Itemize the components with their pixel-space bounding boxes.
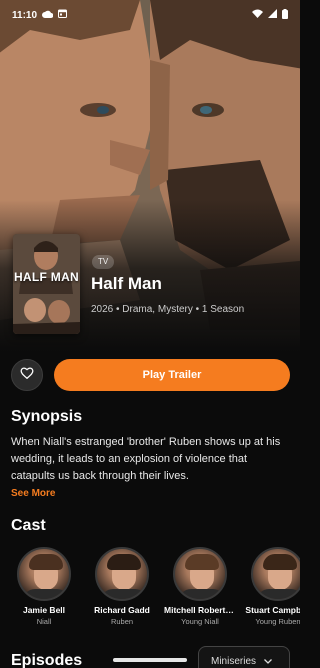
show-detail-screen: 11:10 HALF MAN TV Half Man 2026 • Drama,…: [0, 0, 300, 668]
show-poster: HALF MAN: [13, 234, 80, 334]
home-indicator[interactable]: [113, 658, 187, 662]
cast-role: Young Niall: [181, 617, 219, 626]
status-bar-right: [252, 8, 288, 22]
cast-avatar: [251, 547, 300, 601]
cast-role: Ruben: [110, 617, 134, 626]
season-select-value: Miniseries: [211, 655, 257, 667]
play-trailer-button[interactable]: Play Trailer: [54, 359, 290, 391]
synopsis-text: When Niall's estranged 'brother' Ruben s…: [11, 436, 281, 482]
cloud-icon: [42, 10, 54, 21]
show-meta: 2026 • Drama, Mystery • 1 Season: [91, 304, 245, 315]
cast-member[interactable]: Mitchell Robertson Young Niall: [164, 547, 236, 626]
cast-list[interactable]: Jamie Bell Niall Richard Gadd Ruben Mitc…: [0, 547, 300, 629]
cast-avatar: [95, 547, 149, 601]
poster-title: HALF MAN: [13, 270, 80, 284]
show-title: Half Man: [91, 274, 162, 293]
cast-name: Jamie Bell: [22, 605, 66, 615]
episodes-heading: Episodes: [11, 652, 83, 668]
cast-member[interactable]: Jamie Bell Niall: [8, 547, 80, 626]
cast-role: Young Ruben: [255, 617, 300, 626]
synopsis-heading: Synopsis: [11, 408, 83, 425]
wifi-icon: [252, 9, 263, 21]
status-bar: 11:10: [0, 0, 300, 30]
heart-icon: [20, 366, 34, 384]
battery-icon: [282, 8, 288, 22]
cast-member[interactable]: Stuart Campbell Young Ruben: [242, 547, 300, 626]
cast-avatar: [173, 547, 227, 601]
cast-heading: Cast: [11, 517, 46, 534]
cast-name: Stuart Campbell: [245, 605, 300, 615]
type-badge: TV: [92, 255, 115, 269]
season-select[interactable]: Miniseries: [198, 646, 290, 668]
calendar-icon: [58, 9, 68, 21]
see-more-link[interactable]: See More: [11, 488, 55, 499]
chevron-down-icon: [264, 656, 272, 667]
poster-image: [13, 234, 80, 334]
favorite-button[interactable]: [11, 359, 43, 391]
cast-member[interactable]: Richard Gadd Ruben: [86, 547, 158, 626]
cast-name: Richard Gadd: [94, 605, 150, 615]
status-bar-left: 11:10: [12, 9, 68, 21]
cast-avatar: [17, 547, 71, 601]
cast-role: Niall: [36, 617, 52, 626]
cast-name: Mitchell Robertson: [164, 605, 236, 615]
status-time: 11:10: [12, 9, 38, 21]
signal-icon: [268, 9, 277, 21]
